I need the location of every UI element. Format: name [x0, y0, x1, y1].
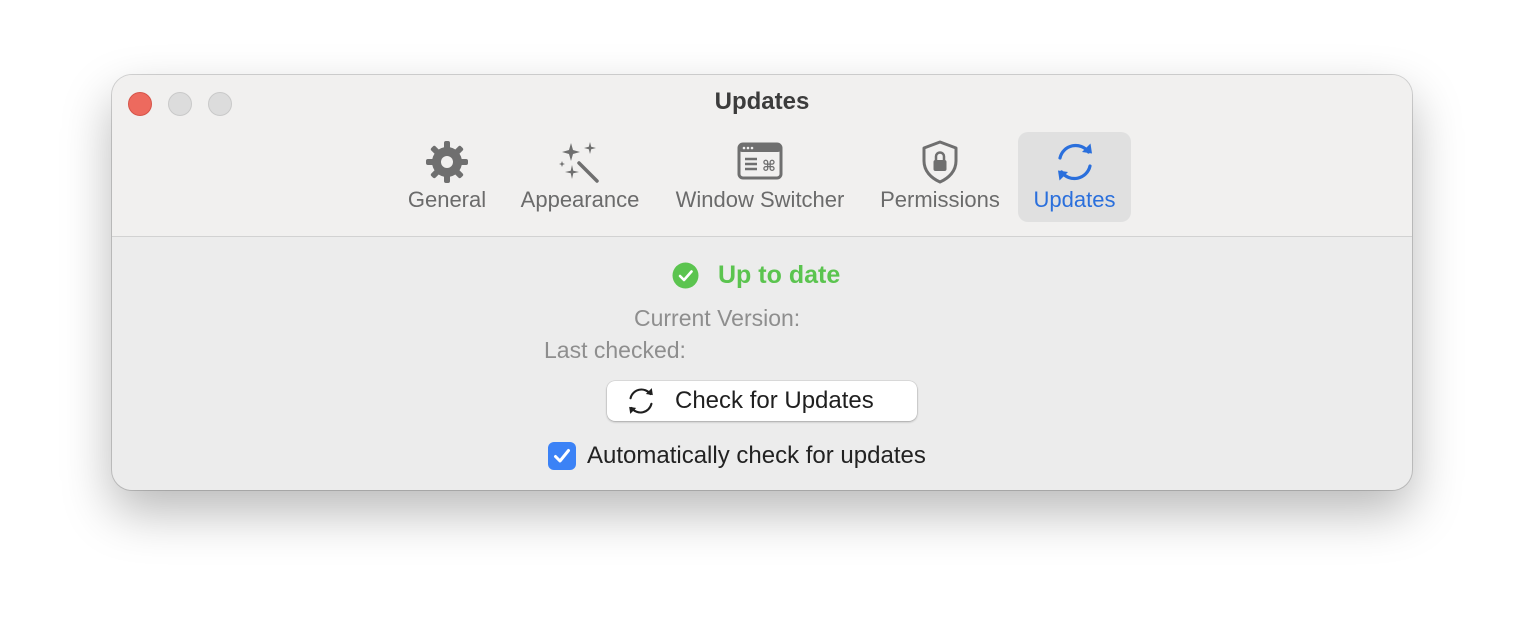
titlebar-toolbar: Updates General Appearance ⌘ Window Swit… [112, 75, 1412, 237]
auto-check-checkbox[interactable] [548, 442, 576, 470]
current-version-label: Current Version: [634, 305, 801, 331]
tab-label: General [407, 187, 487, 212]
window-switcher-icon: ⌘ [737, 142, 783, 180]
last-checked-label: Last checked: [544, 337, 686, 363]
tab-label: Permissions [880, 187, 1000, 212]
tab-updates[interactable]: Updates [1018, 132, 1131, 222]
sync-icon [1057, 143, 1092, 181]
status-text: Up to date [718, 260, 841, 289]
updates-pane: Up to date Current Version: Last checked… [112, 237, 1412, 490]
gear-icon [426, 141, 468, 183]
tab-label: Appearance [520, 187, 640, 212]
tab-label: Window Switcher [675, 187, 845, 212]
update-status: Up to date [672, 259, 840, 291]
checkmark-circle-icon [672, 262, 699, 288]
svg-text:⌘: ⌘ [762, 157, 776, 175]
auto-check-label[interactable]: Automatically check for updates [587, 442, 926, 470]
check-for-updates-label: Check for Updates [675, 387, 874, 414]
shield-lock-icon [922, 140, 958, 184]
tab-general[interactable]: General [396, 132, 498, 222]
preferences-window: Updates General Appearance ⌘ Window Swit… [112, 75, 1412, 490]
checkmark-icon [554, 449, 570, 463]
tab-permissions[interactable]: Permissions [870, 132, 1010, 222]
window-title: Updates [714, 88, 810, 115]
magic-wand-icon [559, 142, 599, 183]
sync-icon [629, 388, 653, 414]
tab-appearance[interactable]: Appearance [510, 132, 650, 222]
tab-window-switcher[interactable]: ⌘ Window Switcher [662, 132, 858, 222]
check-for-updates-button[interactable]: Check for Updates [607, 381, 917, 421]
tab-label: Updates [1033, 187, 1116, 212]
auto-check-row: Automatically check for updates [548, 440, 926, 472]
